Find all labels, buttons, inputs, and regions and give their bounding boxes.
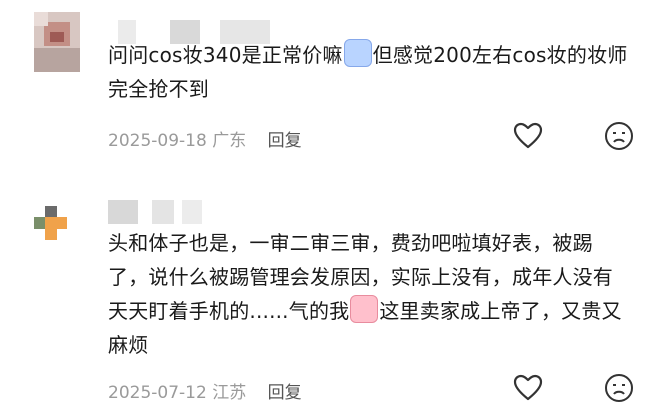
comment-meta: 2025-07-12 江苏 回复: [108, 378, 302, 403]
reply-button[interactable]: 回复: [268, 131, 302, 151]
comment-meta: 2025-09-18 广东 回复: [108, 126, 302, 151]
angry-emoji-icon: [350, 295, 379, 323]
avatar[interactable]: [34, 206, 72, 244]
frown-face-icon[interactable]: [603, 120, 635, 152]
comment-date: 2025-07-12: [108, 383, 207, 403]
frown-face-icon[interactable]: [603, 372, 635, 404]
reply-button[interactable]: 回复: [268, 383, 302, 403]
comment-date: 2025-09-18: [108, 131, 207, 151]
comment-location: 广东: [212, 131, 247, 151]
heart-outline-icon[interactable]: [512, 120, 544, 152]
avatar[interactable]: [34, 12, 80, 72]
comment-text: 问问cos妆340是正常价嘛 但感觉200左右cos妆的妆师完全抢不到: [108, 38, 628, 106]
comment-location: 江苏: [212, 383, 247, 403]
heart-outline-icon[interactable]: [512, 372, 544, 404]
comment-text: 头和体子也是，一审二审三审，费劲吧啦填好表，被踢了，说什么被踢管理会发原因，实际…: [108, 226, 628, 362]
comment-item: 问问cos妆340是正常价嘛 但感觉200左右cos妆的妆师完全抢不到 2025-…: [0, 0, 660, 180]
crying-emoji-icon: [343, 39, 372, 67]
comment-text-part1: 问问cos妆340是正常价嘛: [108, 43, 343, 67]
username-blurred[interactable]: [108, 200, 218, 224]
comment-item: 头和体子也是，一审二审三审，费劲吧啦填好表，被踢了，说什么被踢管理会发原因，实际…: [0, 188, 660, 408]
